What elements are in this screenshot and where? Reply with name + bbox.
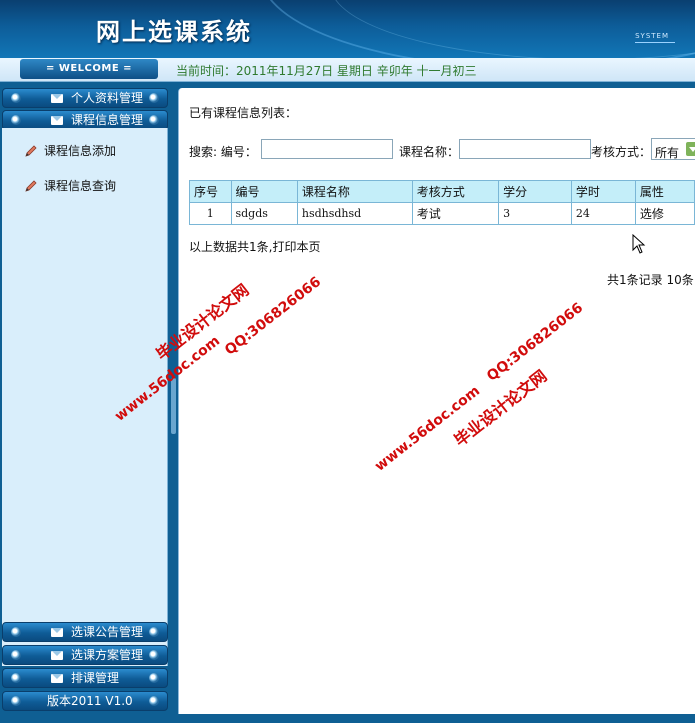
exam-method-label: 考核方式： <box>591 145 652 159</box>
course-table: 序号 编号 课程名称 考核方式 学分 学时 属性 1 sdgds hsdhsdh… <box>189 180 695 225</box>
version-bar: 版本2011 V1.0 <box>2 691 168 711</box>
column-header: 考核方式 <box>411 180 500 203</box>
current-time: 当前时间：2011年11月27日 星期日 辛卯年 十一月初三 <box>176 64 477 78</box>
bullet-icon <box>11 673 21 683</box>
bullet-icon <box>11 650 21 660</box>
sidebar-item-label: 个人资料管理 <box>71 91 144 105</box>
app-header: 网上选课系统 SYSTEM <box>0 0 695 58</box>
welcome-badge: = WELCOME = <box>20 59 158 79</box>
column-header: 课程名称 <box>296 180 413 203</box>
sidebar-item-label: 排课管理 <box>71 671 120 685</box>
envelope-icon <box>51 674 63 683</box>
pencil-icon <box>25 180 37 192</box>
sidebar-item-plan[interactable]: 选课方案管理 <box>2 645 168 665</box>
bullet-icon <box>149 650 159 660</box>
envelope-icon <box>51 94 63 103</box>
list-title: 已有课程信息列表： <box>189 106 298 120</box>
column-header: 学分 <box>498 180 572 203</box>
info-bar: = WELCOME = 当前时间：2011年11月27日 星期日 辛卯年 十一月… <box>0 58 695 82</box>
table-cell: 1 <box>189 202 232 225</box>
sidebar-item-label: 选课方案管理 <box>71 648 144 662</box>
bullet-icon <box>149 93 159 103</box>
table-cell: 3 <box>498 202 572 225</box>
sidebar-item-label: 选课公告管理 <box>71 625 144 639</box>
sidebar-item-course-info[interactable]: 课程信息管理 <box>2 110 168 130</box>
bullet-icon <box>149 696 159 706</box>
search-code-label: 搜索: 编号： <box>189 145 257 159</box>
bullet-icon <box>149 673 159 683</box>
table-row[interactable]: 1 sdgds hsdhsdhsd 考试 3 24 选修 <box>189 202 695 225</box>
table-cell: 考试 <box>411 202 500 225</box>
table-cell: 选修 <box>634 202 695 225</box>
pagination-info: 共1条记录 10条 <box>607 273 694 287</box>
column-header: 编号 <box>230 180 298 203</box>
course-name-label: 课程名称： <box>399 145 460 159</box>
submenu-item-query-course[interactable]: 课程信息查询 <box>24 177 116 194</box>
course-code-input[interactable] <box>261 139 393 159</box>
submenu-item-add-course[interactable]: 课程信息添加 <box>24 142 116 159</box>
sidebar-item-announcement[interactable]: 选课公告管理 <box>2 622 168 642</box>
submenu-item-label: 课程信息查询 <box>44 179 117 193</box>
table-cell: hsdhsdhsd <box>296 202 413 225</box>
bullet-icon <box>11 93 21 103</box>
column-header: 属性 <box>634 180 695 203</box>
table-cell: 24 <box>570 202 636 225</box>
system-label: SYSTEM <box>635 32 669 40</box>
bullet-icon <box>11 696 21 706</box>
chevron-down-icon[interactable] <box>686 142 695 156</box>
bullet-icon <box>149 627 159 637</box>
envelope-icon <box>51 651 63 660</box>
sidebar-item-label: 课程信息管理 <box>71 113 144 127</box>
main-panel: 已有课程信息列表： 搜索: 编号： 课程名称： 考核方式： 所有 序号 编号 课… <box>178 88 695 714</box>
sidebar-item-scheduling[interactable]: 排课管理 <box>2 668 168 688</box>
column-header: 学时 <box>570 180 636 203</box>
submenu-item-label: 课程信息添加 <box>44 144 117 158</box>
table-header-row: 序号 编号 课程名称 考核方式 学分 学时 属性 <box>189 180 695 203</box>
table-cell: sdgds <box>230 202 298 225</box>
summary-print-link[interactable]: 以上数据共1条,打印本页 <box>189 238 320 255</box>
exam-method-select[interactable]: 所有 <box>651 138 695 160</box>
bullet-icon <box>11 627 21 637</box>
version-label: 版本2011 V1.0 <box>47 694 133 708</box>
app-title: 网上选课系统 <box>96 17 252 46</box>
search-bar: 搜索: 编号： 课程名称： 考核方式： 所有 <box>189 138 695 162</box>
exam-method-selected: 所有 <box>655 146 680 160</box>
bullet-icon <box>11 115 21 125</box>
envelope-icon <box>51 116 63 125</box>
envelope-icon <box>51 628 63 637</box>
sidebar-scroll-handle[interactable] <box>171 378 176 434</box>
header-divider <box>635 42 675 43</box>
course-name-input[interactable] <box>459 139 591 159</box>
mouse-cursor-icon <box>632 234 646 254</box>
pencil-icon <box>25 145 37 157</box>
column-header: 序号 <box>189 180 232 203</box>
sidebar-item-profile[interactable]: 个人资料管理 <box>2 88 168 108</box>
bullet-icon <box>149 115 159 125</box>
